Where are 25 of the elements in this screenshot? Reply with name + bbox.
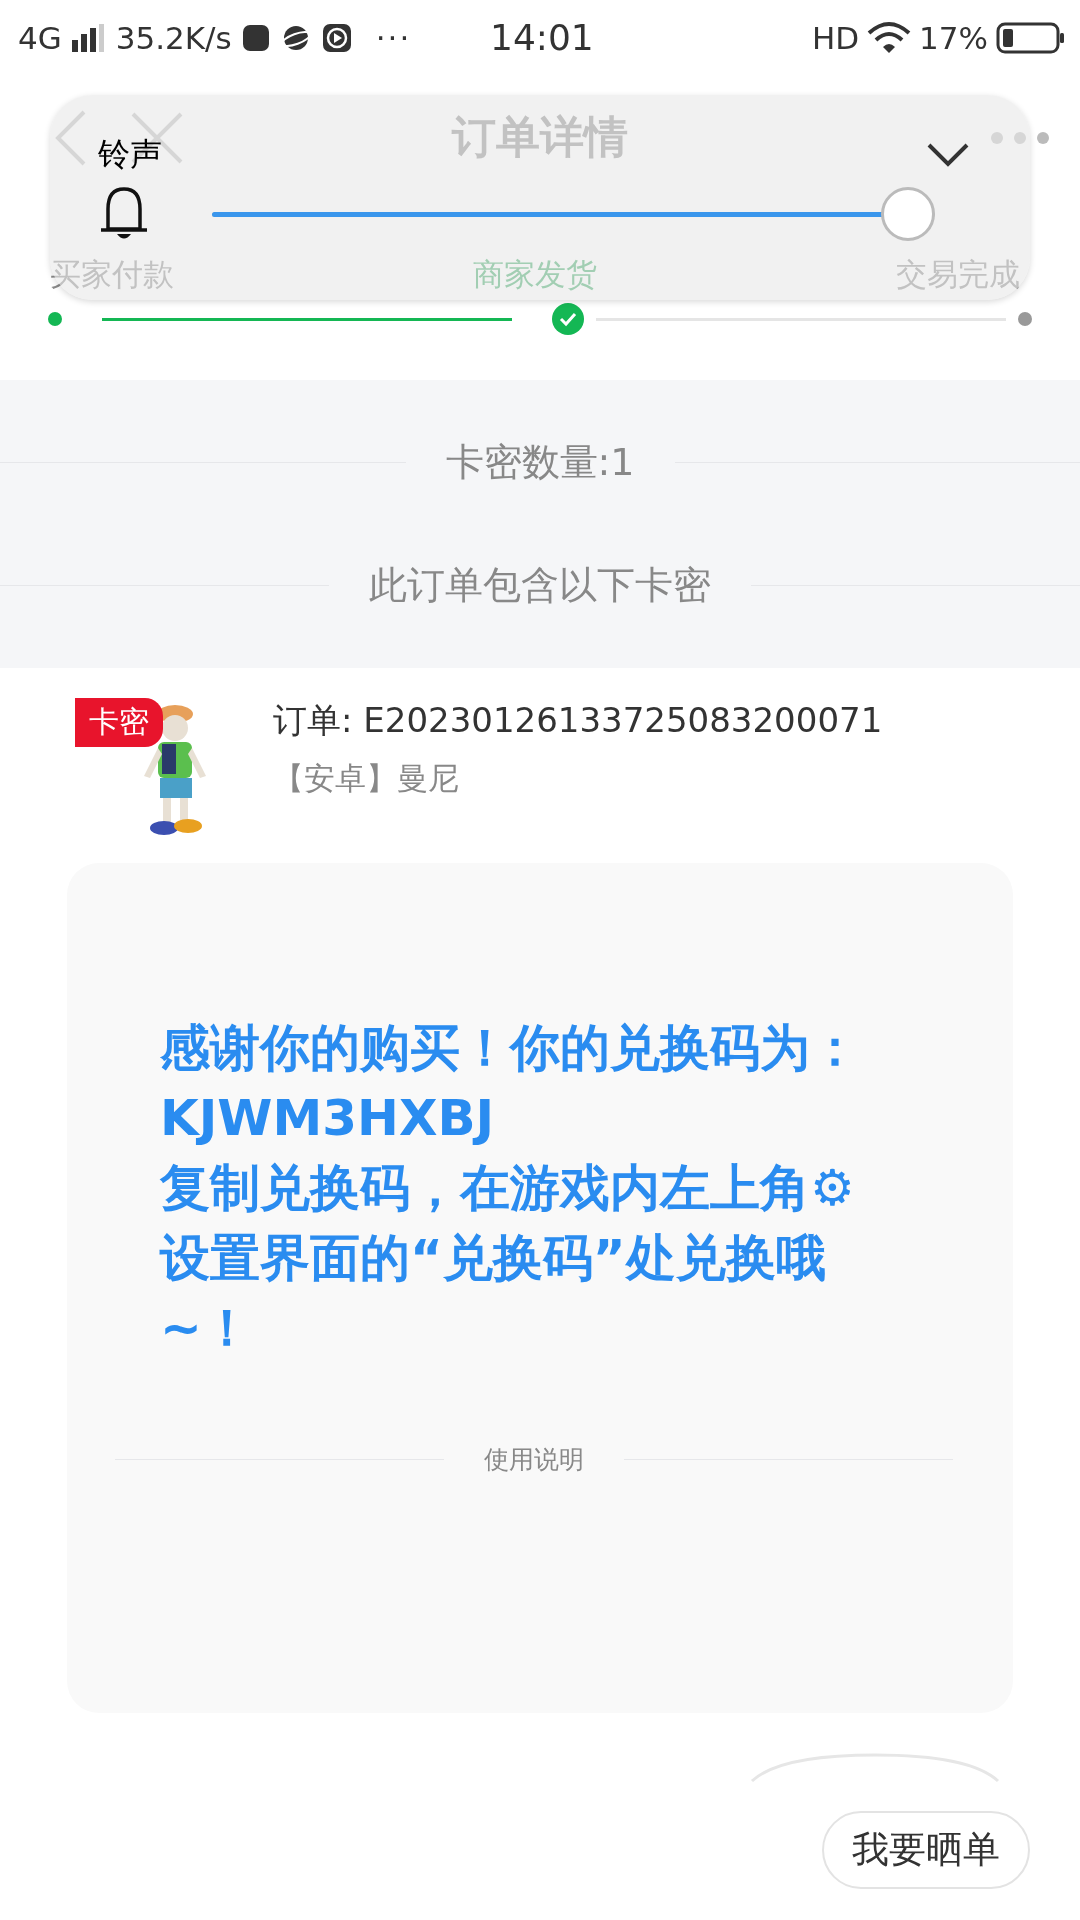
app-icon [241, 23, 270, 52]
wifi-icon [867, 20, 912, 55]
order-number: 订单: E20230126133725083200071 [273, 699, 883, 742]
more-icon [990, 130, 1050, 145]
network-speed: 35.2K/s [115, 19, 232, 56]
volume-label: 铃声 [98, 134, 162, 175]
code-badge: 卡密 [75, 698, 163, 747]
redeem-message: 感谢你的购买！你的兑换码为：KJWM3HXBJ 复制兑换码，在游戏内左上角⚙ 设置界面的“兑换码”处兑换哦 ~！ [160, 1018, 861, 1359]
order-note: 此订单包含以下卡密 [369, 562, 711, 609]
instructions-heading: 使用说明 [484, 1444, 584, 1476]
battery-percent: 17% [919, 19, 988, 56]
hd-indicator: HD [811, 19, 860, 56]
share-order-button[interactable]: 我要晒单 [822, 1811, 1030, 1889]
code-count: 卡密数量:1 [445, 439, 635, 486]
network-type: 4G [18, 19, 62, 56]
clock-time: 14:01 [490, 17, 594, 58]
play-icon [321, 22, 352, 53]
battery-icon [996, 20, 1066, 55]
chevron-down-icon [926, 142, 970, 168]
volume-slider[interactable] [212, 187, 935, 241]
more-notifications: ··· [375, 19, 412, 56]
product-name: 【安卓】曼尼 [273, 759, 460, 798]
slider-thumb[interactable] [881, 187, 935, 241]
step-label: 商家发货 [473, 255, 597, 294]
signal-icon [71, 23, 106, 52]
